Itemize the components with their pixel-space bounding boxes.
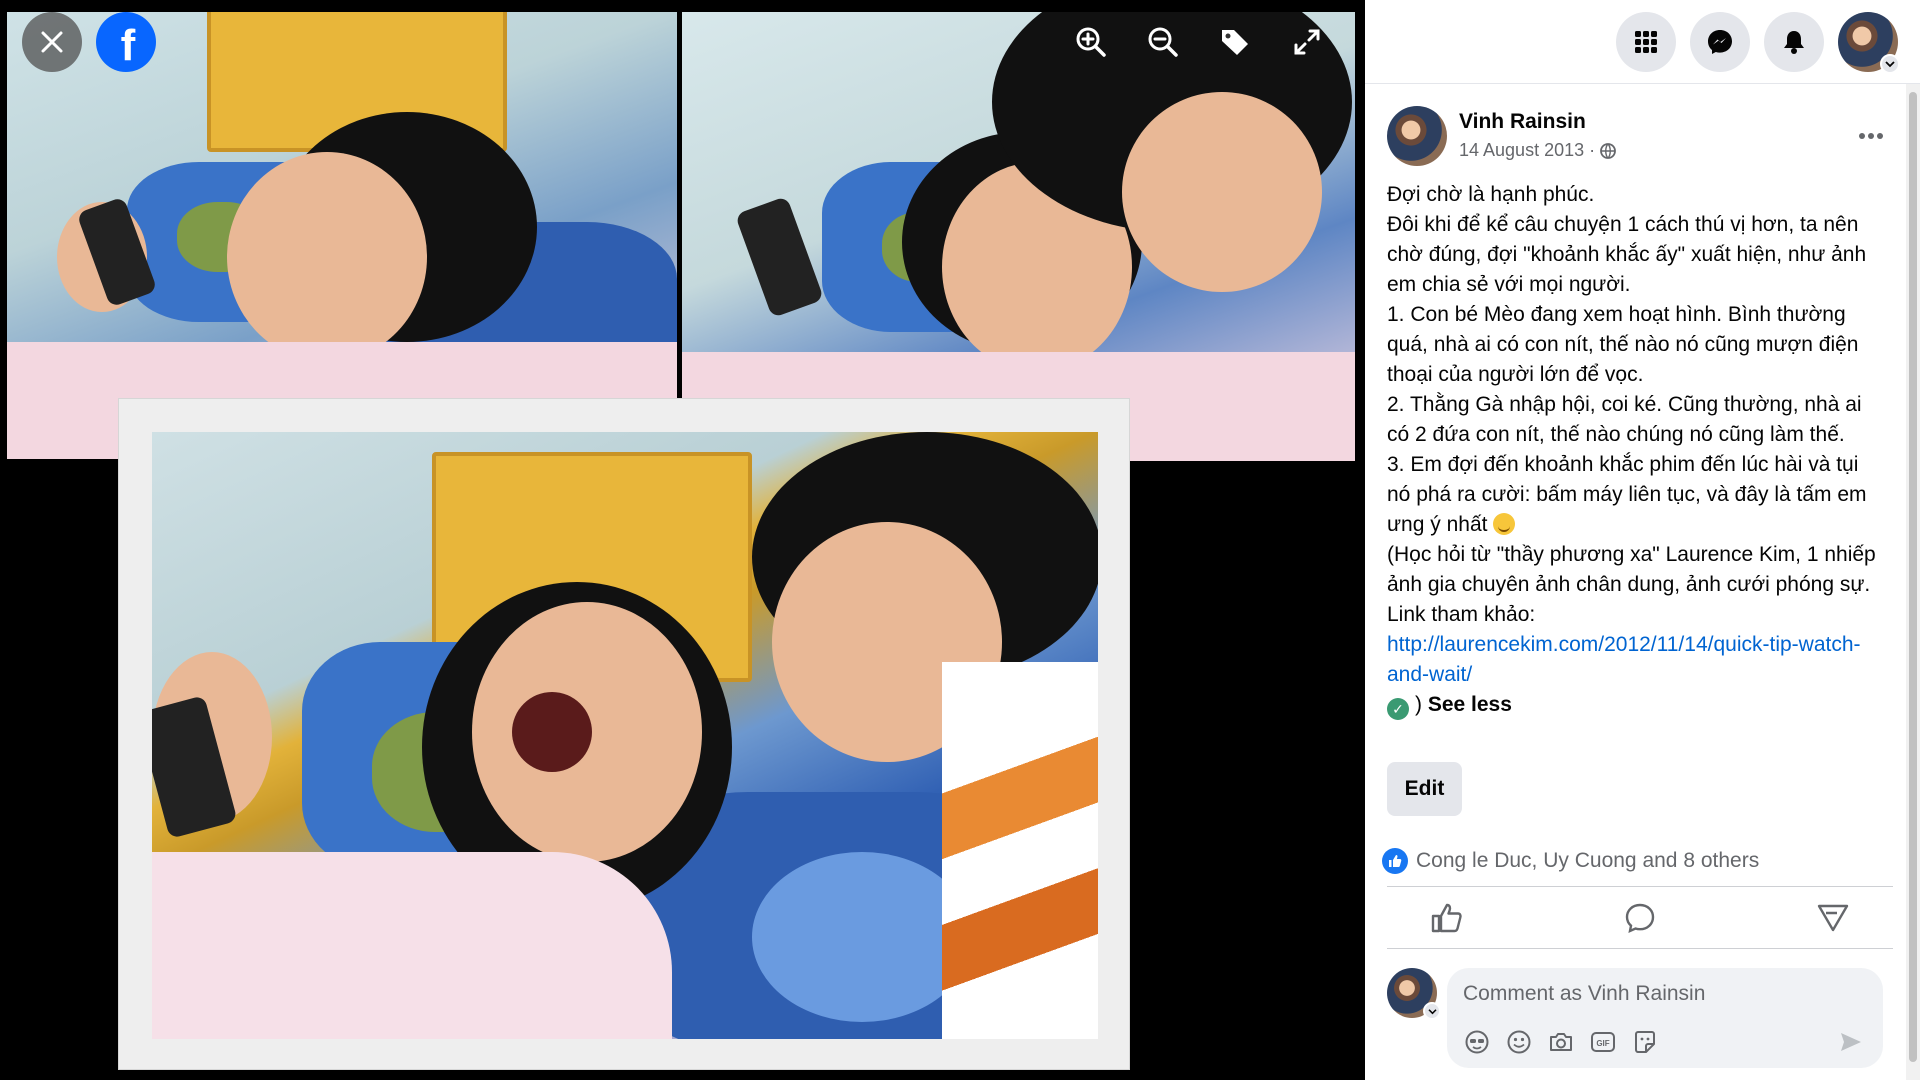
see-less-button[interactable]: See less (1428, 693, 1512, 716)
scrollbar[interactable] (1906, 84, 1920, 1080)
comment-tools: GIF (1463, 1028, 1659, 1056)
post-paragraph: 3. Em đợi đến khoảnh khắc phim đến lúc h… (1387, 450, 1877, 540)
comment-placeholder[interactable]: Comment as Vinh Rainsin (1463, 982, 1867, 1006)
post-closing-line: ✓) See less (1387, 690, 1877, 720)
viewer-top-left: f (22, 12, 156, 72)
zoom-out-icon[interactable] (1145, 24, 1181, 60)
photo-panel-right (682, 12, 1355, 461)
comment-icon[interactable] (1620, 898, 1660, 938)
photo-print-frame (118, 398, 1130, 1070)
more-options-icon[interactable] (1851, 116, 1891, 156)
divider (1387, 948, 1893, 949)
post-link-paragraph: http://laurencekim.com/2012/11/14/quick-… (1387, 630, 1877, 690)
viewer-toolbar (1073, 24, 1325, 60)
public-globe-icon[interactable] (1599, 142, 1617, 160)
post: Vinh Rainsin 14 August 2013 · Đợi chờ là… (1387, 106, 1883, 720)
like-icon[interactable] (1427, 898, 1467, 938)
post-header: Vinh Rainsin 14 August 2013 · (1387, 106, 1883, 166)
closing-paren: ) (1415, 693, 1422, 716)
comment-composer: Comment as Vinh Rainsin GIF (1387, 968, 1883, 1068)
messenger-icon[interactable] (1690, 11, 1750, 72)
emoji-icon[interactable] (1505, 1028, 1533, 1056)
girl-face (227, 152, 427, 362)
post-paragraph: Đợi chờ là hạnh phúc. (1387, 183, 1595, 206)
post-actions (1387, 890, 1893, 946)
svg-text:GIF: GIF (1596, 1039, 1609, 1048)
comment-input[interactable]: Comment as Vinh Rainsin GIF (1447, 968, 1883, 1068)
post-body: Đợi chờ là hạnh phúc. Đôi khi để kể câu … (1387, 180, 1877, 720)
post-sidebar: Vinh Rainsin 14 August 2013 · Đợi chờ là… (1365, 0, 1920, 1080)
close-icon[interactable] (22, 12, 82, 72)
post-date-line: 14 August 2013 · (1459, 140, 1617, 161)
post-meta: Vinh Rainsin 14 August 2013 · (1459, 110, 1617, 161)
boy-face (1122, 92, 1322, 292)
sticker-icon[interactable] (1631, 1028, 1659, 1056)
avatar-sticker-icon[interactable] (1463, 1028, 1491, 1056)
account-menu[interactable] (1838, 11, 1900, 74)
notifications-icon[interactable] (1764, 11, 1824, 72)
commenter-avatar-wrap[interactable] (1387, 968, 1441, 1020)
post-paragraph: 2. Thằng Gà nhập hội, coi ké. Cũng thườn… (1387, 393, 1862, 446)
top-navigation (1365, 0, 1920, 84)
fullscreen-icon[interactable] (1289, 24, 1325, 60)
pink-shirt (152, 852, 672, 1039)
photo-main (152, 432, 1098, 1039)
smile-emoji-icon (1493, 513, 1516, 535)
photo-panel-left (7, 12, 677, 459)
gif-icon[interactable]: GIF (1589, 1028, 1617, 1056)
reactions-summary[interactable]: Cong le Duc, Uy Cuong and 8 others (1382, 848, 1759, 874)
author-avatar[interactable] (1387, 106, 1447, 166)
tag-icon[interactable] (1217, 24, 1253, 60)
post-paragraph: (Học hỏi từ "thầy phương xa" Laurence Ki… (1387, 543, 1876, 626)
phone (734, 195, 825, 319)
menu-grid-icon[interactable] (1616, 11, 1676, 72)
post-paragraph-text: 3. Em đợi đến khoảnh khắc phim đến lúc h… (1387, 453, 1867, 536)
edit-button[interactable]: Edit (1387, 762, 1462, 816)
flower-pattern (752, 852, 972, 1022)
check-mark-emoji-icon: ✓ (1387, 698, 1409, 720)
zoom-in-icon[interactable] (1073, 24, 1109, 60)
author-name[interactable]: Vinh Rainsin (1459, 110, 1617, 134)
camera-icon[interactable] (1547, 1028, 1575, 1056)
facebook-logo-icon[interactable]: f (96, 12, 156, 72)
logo-letter: f (120, 21, 136, 70)
chevron-down-icon[interactable] (1880, 53, 1900, 74)
post-paragraph: Đôi khi để kể câu chuyện 1 cách thú vị h… (1387, 213, 1867, 296)
girl-mouth (512, 692, 592, 772)
photo-viewer: f (0, 0, 1365, 1080)
send-icon[interactable] (1837, 1028, 1865, 1056)
chevron-down-icon[interactable] (1423, 1002, 1441, 1020)
like-reaction-icon (1382, 848, 1408, 874)
post-date[interactable]: 14 August 2013 · (1459, 140, 1595, 161)
reference-link[interactable]: http://laurencekim.com/2012/11/14/quick-… (1387, 633, 1861, 686)
scrollbar-thumb[interactable] (1909, 92, 1917, 1062)
reactions-text[interactable]: Cong le Duc, Uy Cuong and 8 others (1416, 849, 1759, 873)
boy-shirt (942, 662, 1098, 1039)
post-paragraph: 1. Con bé Mèo đang xem hoạt hình. Bình t… (1387, 303, 1859, 386)
share-icon[interactable] (1813, 898, 1853, 938)
divider (1387, 886, 1893, 887)
